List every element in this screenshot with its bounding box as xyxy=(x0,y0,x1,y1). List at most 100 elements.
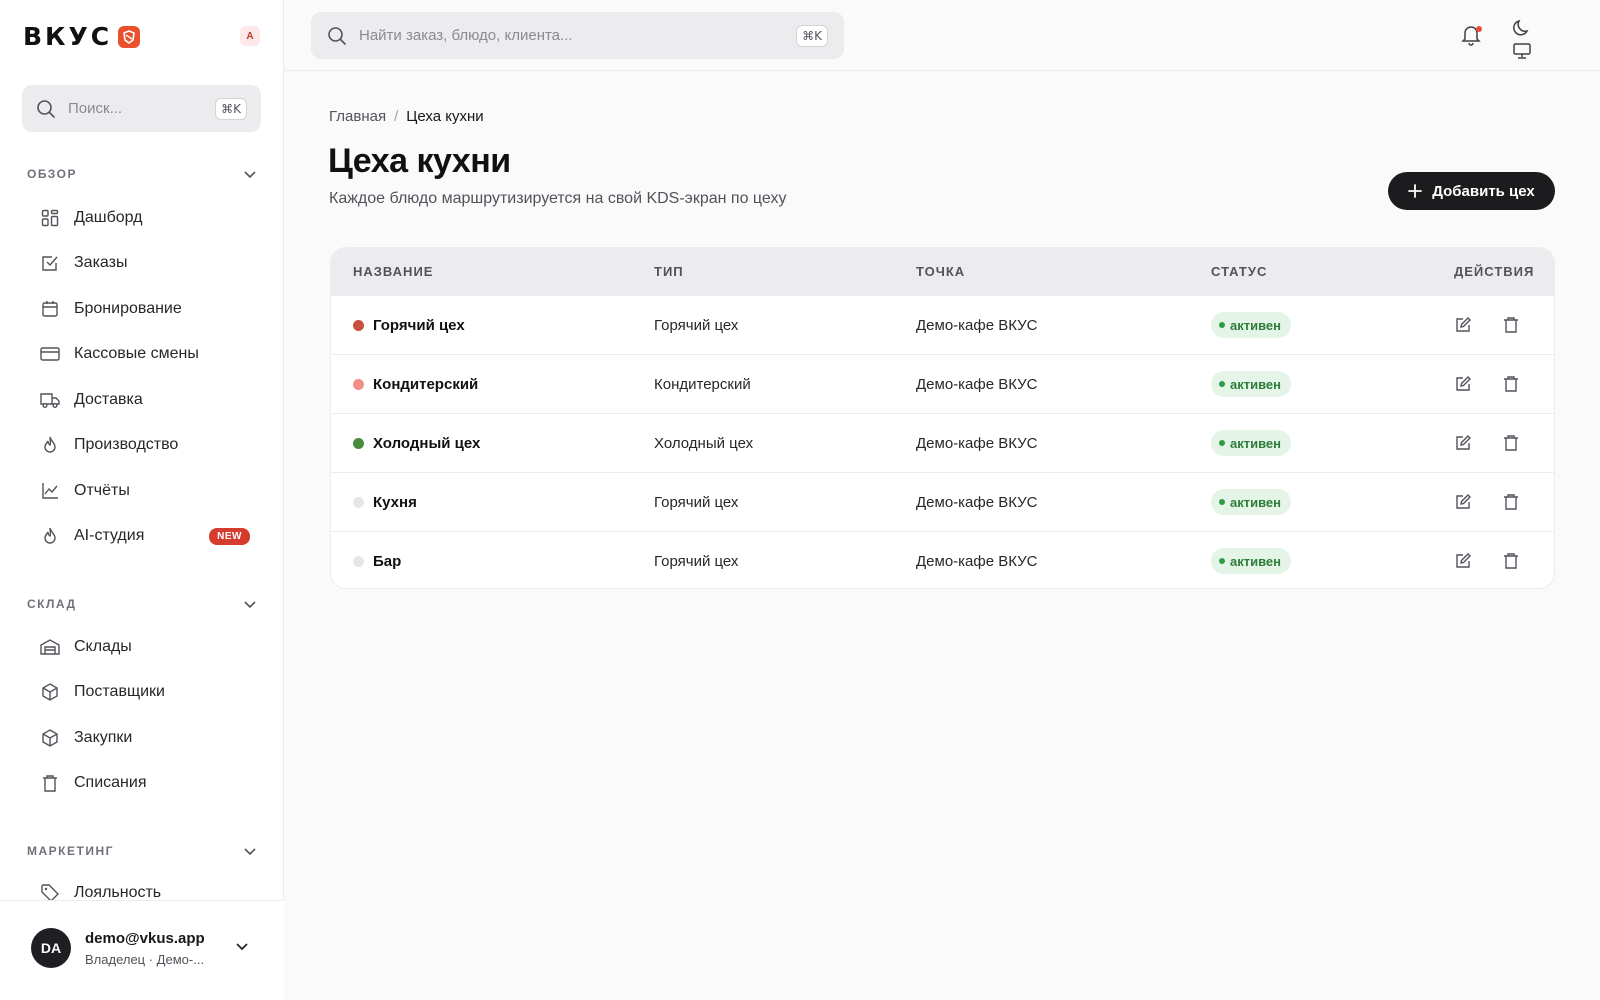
sidebar: ВКУС A Поиск... ⌘K ОБЗОР Дашборд Заказы … xyxy=(0,0,284,1000)
add-station-button[interactable]: Добавить цех xyxy=(1388,172,1555,210)
trash-icon[interactable] xyxy=(1502,434,1520,456)
status-dot xyxy=(1219,440,1225,446)
global-search[interactable]: Найти заказ, блюдо, клиента... ⌘K xyxy=(311,12,844,59)
sidebar-item-write-offs[interactable]: Списания xyxy=(40,768,250,798)
user-email: demo@vkus.app xyxy=(85,930,205,947)
column-header-name[interactable]: НАЗВАНИЕ xyxy=(353,264,433,279)
section-title: МАРКЕТИНГ xyxy=(27,844,114,858)
topbar: Найти заказ, блюдо, клиента... ⌘K xyxy=(284,0,1600,71)
station-name: Бар xyxy=(373,553,402,570)
sidebar-item-orders[interactable]: Заказы xyxy=(40,248,250,278)
table-row[interactable]: Холодный цех Холодный цех Демо-кафе ВКУС ак… xyxy=(331,413,1554,472)
card-icon xyxy=(40,344,60,364)
station-name: Холодный цех xyxy=(373,435,481,452)
station-point: Демо-кафе ВКУС xyxy=(916,376,1038,393)
add-station-label: Добавить цех xyxy=(1432,182,1535,200)
workspace-badge[interactable]: A xyxy=(240,26,260,46)
edit-icon[interactable] xyxy=(1454,375,1472,397)
sidebar-item-delivery[interactable]: Доставка xyxy=(40,385,250,415)
chevron-down-icon[interactable] xyxy=(234,938,250,954)
brand-logo-icon xyxy=(118,25,141,48)
shortcut-badge: ⌘K xyxy=(796,24,828,47)
search-icon xyxy=(328,26,346,45)
station-type: Холодный цех xyxy=(654,435,754,452)
edit-icon[interactable] xyxy=(1454,316,1472,338)
page-subtitle: Каждое блюдо маршрутизируется на свой KD… xyxy=(329,190,787,207)
sidebar-item-label: AI-студия xyxy=(74,527,145,544)
section-header-overview[interactable]: ОБЗОР xyxy=(27,167,257,181)
edit-icon[interactable] xyxy=(1454,493,1472,515)
stations-table: НАЗВАНИЕ ТИП ТОЧКА СТАТУС ДЕЙСТВИЯ Горяч… xyxy=(330,247,1555,589)
station-type: Горячий цех xyxy=(654,553,739,570)
station-color-dot xyxy=(353,320,364,331)
chevron-down-icon xyxy=(244,601,256,609)
sidebar-item-label: Дашборд xyxy=(74,209,143,226)
sidebar-item-label: Списания xyxy=(74,774,147,791)
sidebar-item-label: Закупки xyxy=(74,729,133,746)
plus-icon xyxy=(1408,184,1423,198)
brand[interactable]: ВКУС xyxy=(23,22,141,51)
monitor-icon[interactable] xyxy=(1512,42,1532,60)
section-header-marketing[interactable]: МАРКЕТИНГ xyxy=(27,844,257,858)
sidebar-item-suppliers[interactable]: Поставщики xyxy=(40,677,250,707)
dashboard-icon xyxy=(40,208,60,228)
column-header-type[interactable]: ТИП xyxy=(654,264,684,279)
table-row[interactable]: Горячий цех Горячий цех Демо-кафе ВКУС акти… xyxy=(331,295,1554,354)
trash-icon[interactable] xyxy=(1502,316,1520,338)
section-title: СКЛАД xyxy=(27,597,77,611)
station-name: Кухня xyxy=(373,494,417,511)
status-badge: активен xyxy=(1211,489,1291,515)
sidebar-item-reports[interactable]: Отчёты xyxy=(40,476,250,506)
section-header-warehouse[interactable]: СКЛАД xyxy=(27,597,257,611)
sidebar-item-production[interactable]: Производство xyxy=(40,430,250,460)
status-label: активен xyxy=(1230,317,1281,333)
trash-icon[interactable] xyxy=(1502,552,1520,574)
status-badge: активен xyxy=(1211,430,1291,456)
sidebar-item-label: Доставка xyxy=(74,391,143,408)
edit-icon[interactable] xyxy=(1454,552,1472,574)
table-row[interactable]: Бар Горячий цех Демо-кафе ВКУС активен xyxy=(331,531,1554,588)
trash-icon[interactable] xyxy=(1502,493,1520,515)
status-label: активен xyxy=(1230,494,1281,510)
station-color-dot xyxy=(353,497,364,508)
notification-dot xyxy=(1476,26,1482,32)
flame-icon xyxy=(40,526,60,546)
sidebar-item-purchases[interactable]: Закупки xyxy=(40,723,250,753)
status-badge: активен xyxy=(1211,548,1291,574)
station-point: Демо-кафе ВКУС xyxy=(916,435,1038,452)
sidebar-item-label: Кассовые смены xyxy=(74,345,199,362)
station-name: Кондитерский xyxy=(373,376,479,393)
moon-icon[interactable] xyxy=(1512,18,1532,38)
sidebar-item-warehouses[interactable]: Склады xyxy=(40,632,250,662)
checklist-icon xyxy=(40,253,60,273)
breadcrumb: Главная / Цеха кухни xyxy=(329,108,484,125)
section-title: ОБЗОР xyxy=(27,167,77,181)
user-role: Владелец · Демо-... xyxy=(85,952,205,967)
sidebar-item-dashboard[interactable]: Дашборд xyxy=(40,203,250,233)
breadcrumb-separator: / xyxy=(394,108,399,125)
edit-icon[interactable] xyxy=(1454,434,1472,456)
breadcrumb-home-link[interactable]: Главная xyxy=(329,108,386,125)
status-dot xyxy=(1219,322,1225,328)
page-title: Цеха кухни xyxy=(328,142,511,180)
status-label: активен xyxy=(1230,376,1281,392)
table-body: Горячий цех Горячий цех Демо-кафе ВКУС акти… xyxy=(331,295,1554,588)
user-menu[interactable]: DA demo@vkus.app Владелец · Демо-... xyxy=(0,900,284,1000)
table-header: НАЗВАНИЕ ТИП ТОЧКА СТАТУС ДЕЙСТВИЯ xyxy=(331,248,1554,295)
sidebar-item-booking[interactable]: Бронирование xyxy=(40,294,250,324)
column-header-status[interactable]: СТАТУС xyxy=(1211,264,1267,279)
table-row[interactable]: Кухня Горячий цех Демо-кафе ВКУС активен xyxy=(331,472,1554,531)
sidebar-item-label: Производство xyxy=(74,436,179,453)
table-row[interactable]: Кондитерский Кондитерский Демо-кафе ВКУС ак… xyxy=(331,354,1554,413)
sidebar-item-label: Отчёты xyxy=(74,482,130,499)
station-name: Горячий цех xyxy=(373,317,465,334)
sidebar-search[interactable]: Поиск... ⌘K xyxy=(22,85,261,132)
sidebar-item-ai-studio[interactable]: AI-студия NEW xyxy=(40,521,250,551)
chart-line-icon xyxy=(40,481,60,501)
search-icon xyxy=(37,99,55,118)
trash-icon[interactable] xyxy=(1502,375,1520,397)
sidebar-item-cash-shifts[interactable]: Кассовые смены xyxy=(40,339,250,369)
station-color-dot xyxy=(353,438,364,449)
brand-name: ВКУС xyxy=(23,22,113,51)
column-header-point[interactable]: ТОЧКА xyxy=(916,264,965,279)
